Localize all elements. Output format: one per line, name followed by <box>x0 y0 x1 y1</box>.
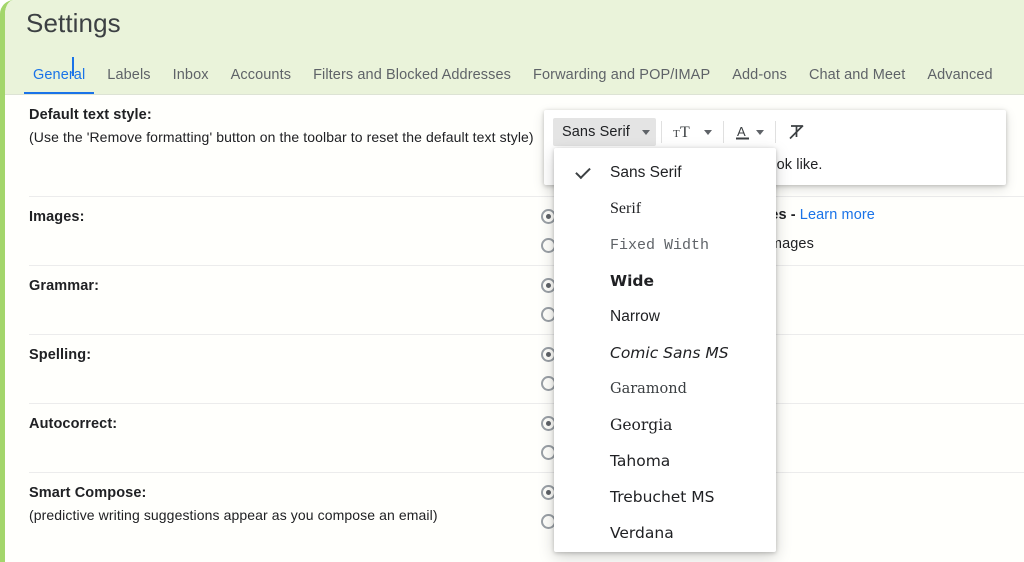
font-menu-item-label: Tahoma <box>610 452 671 470</box>
tab-labels[interactable]: Labels <box>96 66 161 95</box>
toolbar-divider <box>774 121 776 143</box>
font-menu-item-label: Fixed Width <box>610 236 710 254</box>
settings-row-description: (predictive writing suggestions appear a… <box>29 507 438 523</box>
font-size-button[interactable]: T T <box>667 118 718 146</box>
font-menu-item-label: Narrow <box>610 308 660 325</box>
settings-row: Autocorrect:Autocorrect onAutocorrect of… <box>29 403 1024 472</box>
font-menu-item-fixed-width[interactable]: Fixed Width <box>554 227 776 263</box>
tab-accounts[interactable]: Accounts <box>220 66 302 95</box>
toolbar-divider <box>660 121 662 143</box>
tab-add-ons[interactable]: Add-ons <box>721 66 798 95</box>
toolbar-divider <box>722 121 724 143</box>
tab-general[interactable]: General <box>22 66 96 95</box>
settings-row: Smart Compose: (predictive writing sugges… <box>29 472 1024 562</box>
font-menu-item-verdana[interactable]: Verdana <box>554 515 776 551</box>
font-menu-item-label: Comic Sans MS <box>610 344 729 362</box>
learn-more-link[interactable]: Learn more <box>800 207 875 223</box>
settings-row-description: (Use the 'Remove formatting' button on t… <box>29 129 534 145</box>
font-family-dropdown-label: Sans Serif <box>562 124 630 140</box>
font-menu-item-label: Trebuchet MS <box>610 488 715 506</box>
tab-forwarding-and-pop-imap[interactable]: Forwarding and POP/IMAP <box>522 66 721 95</box>
settings-row-label: Default text style: <box>29 107 152 123</box>
font-menu-item-sans-serif[interactable]: Sans Serif <box>554 155 776 191</box>
settings-row-label: Smart Compose: <box>29 485 147 501</box>
font-menu-item-label: Garamond <box>610 381 687 397</box>
svg-text:T: T <box>680 124 690 141</box>
check-icon <box>575 163 591 180</box>
font-menu-item-label: Sans Serif <box>610 164 682 181</box>
settings-row-label: Autocorrect: <box>29 416 118 432</box>
separator-dash: - <box>786 207 800 223</box>
font-menu-item-narrow[interactable]: Narrow <box>554 299 776 335</box>
settings-row-label: Grammar: <box>29 278 100 294</box>
settings-row: Images:Always display external images - … <box>29 196 1024 265</box>
settings-row: Spelling:Spelling suggestions onSpelling… <box>29 334 1024 403</box>
text-color-button[interactable]: A <box>729 118 770 146</box>
page-title: Settings <box>26 8 121 38</box>
font-menu-item-trebuchet-ms[interactable]: Trebuchet MS <box>554 479 776 515</box>
chevron-down-icon <box>641 129 650 135</box>
tab-filters-and-blocked-addresses[interactable]: Filters and Blocked Addresses <box>302 66 522 95</box>
font-menu-item-wide[interactable]: Wide <box>554 263 776 299</box>
remove-formatting-button[interactable] <box>781 118 813 146</box>
font-menu-item-comic-sans-ms[interactable]: Comic Sans MS <box>554 335 776 371</box>
chevron-down-icon <box>755 129 764 135</box>
chevron-down-icon <box>703 129 712 135</box>
font-menu-item-label: Wide <box>610 272 655 290</box>
settings-window: Settings General Labels Inbox Accounts Filte… <box>0 0 1024 562</box>
tab-advanced[interactable]: Advanced <box>916 66 1003 95</box>
tab-inbox[interactable]: Inbox <box>162 66 220 95</box>
text-style-toolbar: Sans Serif T T A <box>553 117 813 147</box>
font-menu-item-label: Georgia <box>610 416 673 434</box>
text-color-icon: A <box>735 124 749 140</box>
text-caret <box>72 57 74 76</box>
font-menu-item-label: Verdana <box>610 524 674 542</box>
settings-row: Grammar:Grammar suggestions onGrammar su… <box>29 265 1024 334</box>
font-menu-item-tahoma[interactable]: Tahoma <box>554 443 776 479</box>
settings-row-label: Spelling: <box>29 347 92 363</box>
settings-tabbar: General Labels Inbox Accounts Filters and Bl… <box>22 57 1004 95</box>
settings-row-label: Images: <box>29 209 85 225</box>
settings-header: Settings General Labels Inbox Accounts Filte… <box>5 0 1024 95</box>
font-menu-item-garamond[interactable]: Garamond <box>554 371 776 407</box>
font-menu-item-georgia[interactable]: Georgia <box>554 407 776 443</box>
tab-chat-and-meet[interactable]: Chat and Meet <box>798 66 916 95</box>
font-menu-item-serif[interactable]: Serif <box>554 191 776 227</box>
svg-text:T: T <box>673 128 680 140</box>
font-menu-item-label: Serif <box>610 200 642 217</box>
svg-text:A: A <box>737 124 746 139</box>
font-family-dropdown-button[interactable]: Sans Serif <box>553 118 656 146</box>
font-size-icon: T T <box>673 124 690 141</box>
remove-formatting-icon <box>789 124 804 140</box>
font-family-menu[interactable]: Sans Serif Serif Fixed Width Wide Narrow Comi… <box>554 148 776 552</box>
